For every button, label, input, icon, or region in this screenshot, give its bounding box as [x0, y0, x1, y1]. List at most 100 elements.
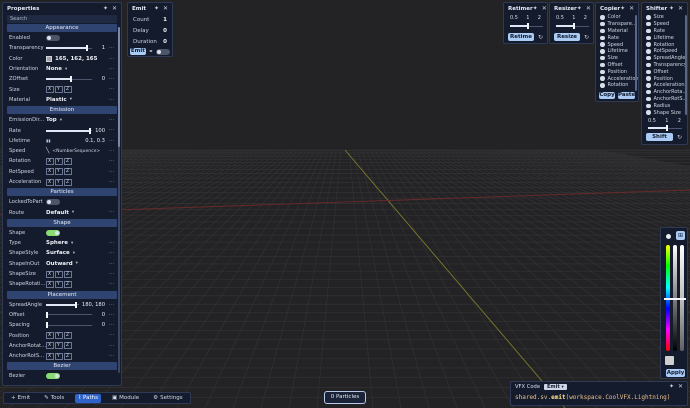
- vfx-code-badge[interactable]: Emit ▾: [544, 383, 567, 390]
- emit-row-value[interactable]: 1: [163, 17, 167, 23]
- more-icon[interactable]: [109, 302, 115, 308]
- more-icon[interactable]: [109, 240, 115, 246]
- copy-button[interactable]: Copy: [599, 91, 615, 99]
- pin-icon[interactable]: ✦: [669, 5, 674, 12]
- toolbar-path-button[interactable]: ⌇ Paths: [75, 393, 101, 403]
- property-select[interactable]: Sphere: [46, 240, 68, 246]
- property-slider[interactable]: [46, 127, 92, 134]
- close-icon[interactable]: ✕: [542, 5, 547, 12]
- radio-icon[interactable]: [646, 15, 651, 20]
- toolbar-wrench-button[interactable]: ✎ Tools: [41, 394, 67, 403]
- resizer-slider[interactable]: [556, 23, 589, 29]
- radio-icon[interactable]: [600, 69, 605, 75]
- axis-field[interactable]: Z: [64, 352, 72, 360]
- radio-icon[interactable]: [646, 69, 651, 75]
- more-icon[interactable]: [109, 332, 115, 338]
- radio-icon[interactable]: [646, 28, 651, 34]
- shifter-scrollbar[interactable]: [685, 15, 687, 115]
- axis-field[interactable]: Y: [55, 157, 63, 165]
- emit-header[interactable]: Emit ✦ ✕: [128, 3, 172, 14]
- radio-icon[interactable]: [646, 89, 651, 95]
- copier-header[interactable]: Copier ✦ ✕: [596, 3, 638, 14]
- more-icon[interactable]: [109, 353, 115, 359]
- emit-toggle[interactable]: [156, 48, 170, 55]
- shifter-item[interactable]: Lifetime: [642, 34, 685, 41]
- property-number[interactable]: 100: [95, 128, 105, 134]
- more-icon[interactable]: [109, 86, 115, 92]
- radio-icon[interactable]: [600, 28, 605, 34]
- close-icon[interactable]: ✕: [112, 5, 117, 12]
- retime-button[interactable]: Retime: [508, 33, 534, 41]
- more-icon[interactable]: [109, 117, 115, 123]
- shifter-item[interactable]: AnchorRotS...: [642, 96, 685, 103]
- properties-scrollbar-thumb[interactable]: [118, 27, 120, 147]
- property-select[interactable]: Default: [46, 210, 69, 216]
- radio-icon[interactable]: [646, 21, 651, 27]
- property-select[interactable]: None: [46, 66, 62, 72]
- axis-field[interactable]: X: [46, 332, 54, 340]
- radio-icon[interactable]: [646, 83, 651, 88]
- property-slider[interactable]: [46, 45, 92, 52]
- axis-field[interactable]: Z: [64, 342, 72, 350]
- radio-icon[interactable]: [646, 62, 651, 68]
- shifter-item[interactable]: AnchorRota...: [642, 89, 685, 96]
- toolbar-module-button[interactable]: ▣ Module: [109, 394, 142, 403]
- copier-item[interactable]: Rate: [596, 34, 636, 41]
- resizer-header[interactable]: Resizer ✦ ✕: [550, 3, 593, 14]
- vector-input[interactable]: XYZ: [46, 157, 72, 165]
- toolbar-plus-button[interactable]: + Emit: [8, 394, 33, 403]
- retimer-slider[interactable]: [510, 23, 543, 29]
- shifter-item[interactable]: Offset: [642, 68, 685, 75]
- property-number[interactable]: 1: [95, 45, 105, 51]
- axis-field[interactable]: X: [46, 168, 54, 176]
- radio-icon[interactable]: [646, 110, 651, 115]
- range-value[interactable]: 0.1, 0.3: [85, 138, 105, 144]
- vector-input[interactable]: XYZ: [46, 280, 72, 288]
- axis-field[interactable]: Y: [55, 352, 63, 360]
- radio-icon[interactable]: [646, 76, 651, 81]
- section-header[interactable]: Placement: [7, 290, 117, 299]
- property-select[interactable]: Plastic: [46, 97, 67, 103]
- color-swatch[interactable]: [46, 55, 52, 62]
- more-icon[interactable]: [109, 97, 115, 103]
- close-icon[interactable]: ✕: [678, 5, 683, 12]
- pin-icon[interactable]: ✦: [103, 5, 108, 12]
- vector-input[interactable]: XYZ: [46, 178, 72, 186]
- vector-input[interactable]: XYZ: [46, 342, 72, 350]
- property-toggle[interactable]: [46, 35, 60, 42]
- picker-handle[interactable]: [664, 298, 686, 300]
- copier-item[interactable]: Size: [596, 55, 636, 62]
- more-icon[interactable]: [109, 76, 115, 82]
- radio-icon[interactable]: [600, 15, 605, 20]
- more-icon[interactable]: [109, 138, 115, 144]
- copier-item[interactable]: Acceleration: [596, 75, 638, 82]
- axis-field[interactable]: Y: [55, 270, 63, 278]
- property-select[interactable]: Outward: [46, 261, 73, 267]
- copier-item[interactable]: Transpare...: [596, 21, 637, 28]
- emit-button[interactable]: Emit: [130, 48, 146, 55]
- radio-icon[interactable]: [646, 96, 651, 102]
- copier-item[interactable]: Color: [596, 14, 636, 21]
- property-toggle[interactable]: [46, 373, 60, 380]
- picker-mode-grid-icon[interactable]: ⊞: [676, 231, 685, 240]
- axis-field[interactable]: Y: [55, 342, 63, 350]
- radio-icon[interactable]: [646, 35, 651, 41]
- radio-icon[interactable]: [646, 55, 651, 61]
- shifter-item[interactable]: RotSpeed: [642, 48, 685, 55]
- vector-input[interactable]: XYZ: [46, 270, 72, 278]
- axis-field[interactable]: X: [46, 280, 54, 288]
- vector-input[interactable]: XYZ: [46, 332, 72, 340]
- pin-icon[interactable]: ✦: [620, 5, 625, 12]
- more-icon[interactable]: [109, 66, 115, 72]
- shifter-item[interactable]: Radius: [642, 102, 685, 109]
- pin-icon[interactable]: ✦: [669, 383, 674, 390]
- more-icon[interactable]: [109, 271, 115, 277]
- retimer-header[interactable]: Retimer ✦ ✕: [504, 3, 547, 14]
- shifter-item[interactable]: Shape Size: [642, 109, 685, 116]
- more-icon[interactable]: [109, 179, 115, 185]
- axis-field[interactable]: Y: [55, 168, 63, 176]
- copier-item[interactable]: Speed: [596, 41, 636, 48]
- axis-field[interactable]: Z: [64, 280, 72, 288]
- radio-icon[interactable]: [600, 83, 605, 88]
- more-icon[interactable]: [109, 343, 115, 349]
